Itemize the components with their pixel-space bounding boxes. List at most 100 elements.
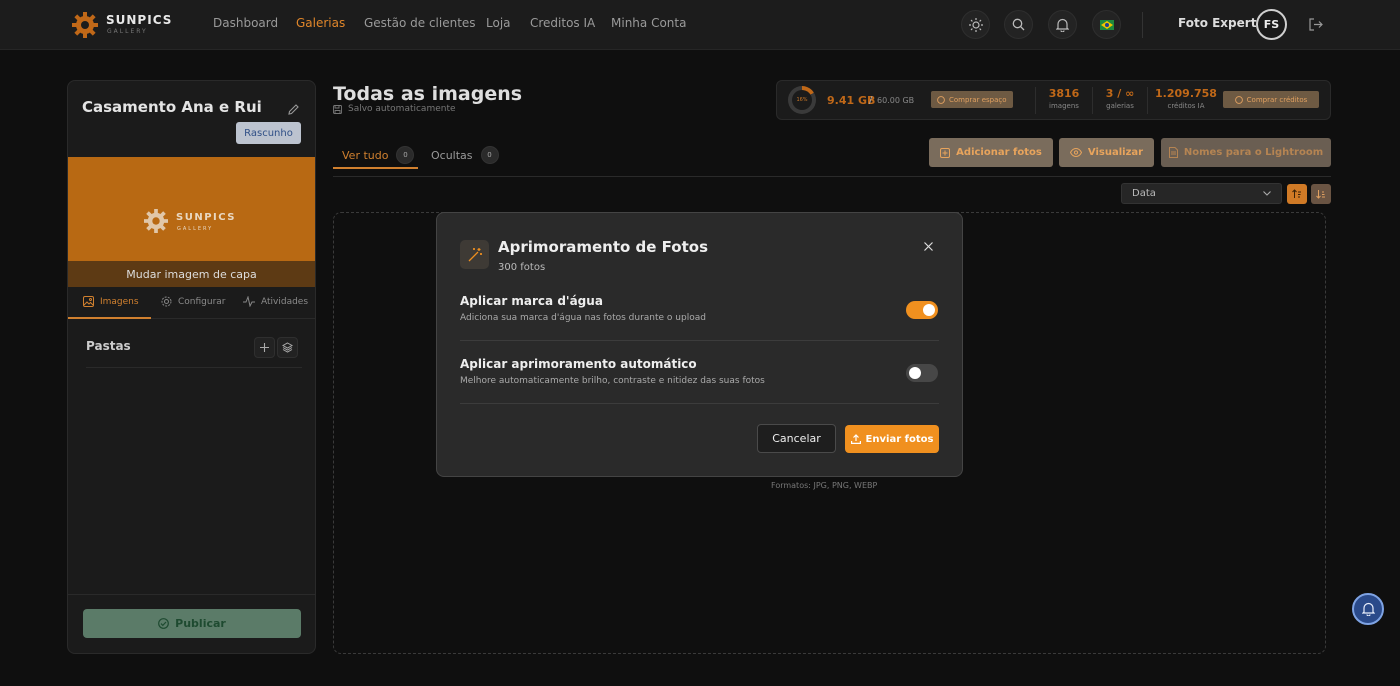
- nav-loja[interactable]: Loja: [486, 16, 511, 30]
- auto-enhance-option-desc: Melhore automaticamente brilho, contrast…: [460, 376, 765, 386]
- cover-logo-icon: [144, 209, 168, 233]
- nav-dashboard[interactable]: Dashboard: [213, 16, 278, 30]
- watermark-option-title: Aplicar marca d'água: [460, 294, 603, 308]
- language-button[interactable]: [1092, 10, 1121, 39]
- lightroom-names-label: Nomes para o Lightroom: [1183, 147, 1324, 158]
- buy-credits-label: Comprar créditos: [1246, 95, 1308, 104]
- folders-layers-button[interactable]: [277, 337, 298, 358]
- logout-button[interactable]: [1308, 17, 1323, 36]
- tab-imagens-label: Imagens: [100, 296, 139, 307]
- tab-imagens[interactable]: Imagens: [83, 296, 139, 307]
- storage-total: 60.00 GB: [877, 96, 915, 105]
- cover-image: [68, 157, 315, 261]
- gallery-title: Casamento Ana e Rui: [82, 98, 262, 116]
- header-divider: [1142, 12, 1143, 38]
- bell-icon: [1361, 602, 1375, 616]
- modal-divider: [460, 340, 939, 341]
- send-photos-label: Enviar fotos: [865, 433, 934, 445]
- send-photos-button[interactable]: Enviar fotos: [845, 425, 939, 453]
- sidebar-bottom-divider: [68, 594, 315, 595]
- page-title: Todas as imagens: [333, 83, 523, 105]
- gear-icon: [161, 296, 172, 307]
- add-photo-icon: [940, 147, 951, 158]
- tab-ocultas[interactable]: Ocultas 0: [431, 146, 499, 164]
- tab-atividades-label: Atividades: [261, 296, 309, 307]
- modal-icon-container: [460, 240, 489, 269]
- left-tab-indicator: [68, 317, 151, 319]
- buy-space-button[interactable]: Comprar espaço: [931, 91, 1013, 108]
- brand-name: SUNPICS: [106, 13, 173, 27]
- sort-selected-value: Data: [1132, 188, 1156, 199]
- storage-divider: [1092, 87, 1093, 114]
- preview-label: Visualizar: [1087, 147, 1144, 158]
- nav-minha-conta[interactable]: Minha Conta: [611, 16, 686, 30]
- cancel-button[interactable]: Cancelar: [757, 424, 836, 453]
- tab-configurar[interactable]: Configurar: [161, 296, 226, 307]
- search-icon: [1012, 18, 1025, 31]
- layers-icon: [282, 342, 293, 353]
- check-circle-icon: [158, 618, 170, 629]
- folders-divider: [86, 367, 302, 368]
- notifications-button[interactable]: [1048, 10, 1077, 39]
- storage-progress-ring: 16%: [788, 86, 816, 114]
- buy-credits-button[interactable]: Comprar créditos: [1223, 91, 1319, 108]
- auto-enhance-option-title: Aplicar aprimoramento automático: [460, 357, 697, 371]
- autosave-status: Salvo automaticamente: [333, 104, 456, 114]
- credits-label: créditos IA: [1167, 102, 1205, 110]
- storage-percent: 16%: [792, 90, 812, 110]
- images-count: 3816: [1048, 87, 1080, 100]
- nav-creditos-ia[interactable]: Creditos IA: [530, 16, 595, 30]
- tab-ocultas-label: Ocultas: [431, 148, 473, 162]
- tab-indicator: [333, 167, 418, 169]
- change-cover-button[interactable]: Mudar imagem de capa: [68, 261, 315, 287]
- tab-ver-tudo-count: 0: [396, 146, 415, 164]
- add-photos-button[interactable]: Adicionar fotos: [929, 138, 1053, 167]
- tab-configurar-label: Configurar: [178, 296, 226, 307]
- add-folder-button[interactable]: [254, 337, 275, 358]
- auto-enhance-toggle[interactable]: [906, 364, 938, 382]
- magic-wand-icon: [468, 247, 482, 261]
- sort-ascending-icon: [1292, 189, 1301, 198]
- publish-button[interactable]: Publicar: [83, 609, 301, 638]
- modal-subtitle: 300 fotos: [498, 262, 546, 273]
- modal-title: Aprimoramento de Fotos: [498, 238, 708, 256]
- nav-galerias[interactable]: Galerias: [296, 16, 345, 30]
- storage-divider: [1147, 87, 1148, 114]
- nav-gestao-clientes[interactable]: Gestão de clientes: [364, 16, 476, 30]
- floating-notification-button[interactable]: [1352, 593, 1384, 625]
- eye-icon: [1069, 148, 1082, 157]
- preview-button[interactable]: Visualizar: [1059, 138, 1154, 167]
- brand-sub: GALLERY: [107, 28, 148, 35]
- coin-icon: [937, 95, 945, 104]
- bell-icon: [1056, 18, 1069, 32]
- cover-logo-sub: GALLERY: [177, 226, 214, 232]
- save-icon: [333, 104, 342, 114]
- sort-descending-button[interactable]: [1311, 184, 1331, 204]
- chevron-down-icon: [1263, 191, 1271, 196]
- upload-icon: [850, 434, 861, 444]
- tab-ver-tudo-label: Ver tudo: [342, 148, 389, 162]
- search-button[interactable]: [1004, 10, 1033, 39]
- sort-ascending-button[interactable]: [1287, 184, 1307, 204]
- theme-toggle-button[interactable]: [961, 10, 990, 39]
- avatar[interactable]: FS: [1256, 9, 1287, 40]
- supported-formats: Formatos: JPG, PNG, WEBP: [771, 481, 878, 490]
- tabs-divider: [333, 176, 1331, 177]
- activity-icon: [243, 296, 255, 307]
- plus-icon: [260, 343, 269, 352]
- lightroom-names-button[interactable]: Nomes para o Lightroom: [1161, 138, 1331, 167]
- close-icon: [923, 241, 933, 251]
- coin-icon: [1234, 95, 1243, 104]
- sun-gear-logo-icon[interactable]: [72, 12, 98, 38]
- add-photos-label: Adicionar fotos: [956, 147, 1042, 158]
- image-icon: [83, 296, 94, 307]
- credits-count: 1.209.758: [1155, 87, 1217, 100]
- sort-select[interactable]: Data: [1121, 183, 1282, 204]
- tab-ver-tudo[interactable]: Ver tudo 0: [342, 146, 415, 164]
- modal-close-button[interactable]: [918, 236, 938, 256]
- watermark-toggle[interactable]: [906, 301, 938, 319]
- edit-title-button[interactable]: [288, 100, 299, 119]
- document-icon: [1168, 147, 1178, 158]
- tab-atividades[interactable]: Atividades: [243, 296, 308, 307]
- logout-icon: [1309, 18, 1323, 31]
